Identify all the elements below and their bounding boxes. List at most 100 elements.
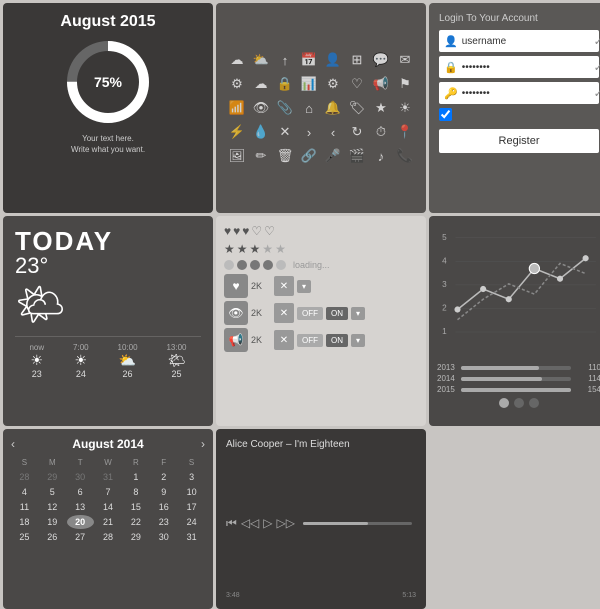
cal-day-31prev[interactable]: 31	[95, 470, 122, 484]
cal-day-25[interactable]: 25	[11, 530, 38, 544]
cal-day-7[interactable]: 7	[95, 485, 122, 499]
username-field[interactable]: 👤 ✓	[439, 30, 599, 52]
password-field1[interactable]: 🔒 ✓	[439, 56, 599, 78]
legend-row-2: 2014 114	[437, 374, 600, 383]
icon-chat: 💬	[370, 49, 392, 71]
cal-day-21[interactable]: 21	[95, 515, 122, 529]
cal-next-button[interactable]: ›	[201, 437, 205, 451]
rewind-button[interactable]: ⏮	[226, 516, 237, 531]
icon-star2: ★	[370, 97, 392, 119]
cal-day-22[interactable]: 22	[122, 515, 149, 529]
cal-day-2[interactable]: 2	[150, 470, 177, 484]
cal-day-6[interactable]: 6	[67, 485, 94, 499]
terms-checkbox[interactable]	[439, 108, 452, 121]
cal-day-16[interactable]: 16	[150, 500, 177, 514]
cal-header-s1: S	[11, 456, 38, 469]
cal-prev-button[interactable]: ‹	[11, 437, 15, 451]
register-button[interactable]: Register	[439, 129, 599, 153]
password-input2[interactable]	[462, 88, 594, 99]
dropdown-1[interactable]: ▾	[297, 280, 311, 293]
x-btn-2[interactable]: ✕	[274, 303, 294, 323]
speaker-btn[interactable]: 📢	[224, 328, 248, 352]
x-btn-1[interactable]: ✕	[274, 276, 294, 296]
password-input1[interactable]	[462, 62, 594, 73]
time-700: 7:00	[73, 343, 89, 352]
cal-day-31[interactable]: 31	[178, 530, 205, 544]
cal-day-11[interactable]: 11	[11, 500, 38, 514]
cal-day-14[interactable]: 14	[95, 500, 122, 514]
cal-day-13[interactable]: 13	[67, 500, 94, 514]
cal-day-24[interactable]: 24	[178, 515, 205, 529]
cal-day-29prev[interactable]: 29	[39, 470, 66, 484]
dropdown-3[interactable]: ▾	[351, 334, 365, 347]
cal-day-5[interactable]: 5	[39, 485, 66, 499]
carousel-dot-2[interactable]	[514, 398, 524, 408]
toggle-off-2[interactable]: OFF	[297, 334, 323, 347]
cal-day-28[interactable]: 28	[95, 530, 122, 544]
card-icon-grid: ☁ ⛅ ↑ 📅 👤 ⊞ 💬 ✉ ⚙ ☁ 🔒 📊 ⚙ ♡ 📢 ⚑ 📶 👁 📎 ⌂ …	[216, 3, 426, 213]
music-progress-fill	[303, 522, 368, 525]
icon-drop: 💧	[250, 121, 272, 143]
heart-btn[interactable]: ♥	[224, 274, 248, 298]
legend-year-2: 2014	[437, 374, 455, 383]
cal-day-30prev[interactable]: 30	[67, 470, 94, 484]
cal-day-23[interactable]: 23	[150, 515, 177, 529]
card-stats: August 2015 75% Your text here.Write wha…	[3, 3, 213, 213]
cal-day-29[interactable]: 29	[122, 530, 149, 544]
star-2: ★	[237, 242, 248, 256]
next-button[interactable]: ▷▷	[277, 516, 295, 530]
cal-day-30[interactable]: 30	[150, 530, 177, 544]
toggle-on-2[interactable]: ON	[326, 334, 348, 347]
chart-legend: 2013 110 2014 114 2015 154	[437, 363, 600, 394]
music-progress-track[interactable]	[303, 522, 412, 525]
toggle-off-1[interactable]: OFF	[297, 307, 323, 320]
password-field2[interactable]: 🔑 ✓	[439, 82, 599, 104]
cal-day-8[interactable]: 8	[122, 485, 149, 499]
wx-temp-now: 23	[29, 369, 44, 379]
eye-btn[interactable]: 👁	[224, 301, 248, 325]
icon-wifi: 📶	[226, 97, 248, 119]
prev-button[interactable]: ◁◁	[241, 516, 259, 530]
song-title: Alice Cooper – I'm Eighteen	[226, 439, 416, 450]
cal-day-1[interactable]: 1	[122, 470, 149, 484]
cal-day-20-today[interactable]: 20	[67, 515, 94, 529]
carousel-dot-3[interactable]	[529, 398, 539, 408]
dropdown-2[interactable]: ▾	[351, 307, 365, 320]
cal-day-10[interactable]: 10	[178, 485, 205, 499]
icon-img: 🖼	[226, 145, 248, 167]
cal-day-26[interactable]: 26	[39, 530, 66, 544]
x-btn-3[interactable]: ✕	[274, 330, 294, 350]
toggle-on-1[interactable]: ON	[326, 307, 348, 320]
wx-icon-now: ☀	[29, 352, 44, 369]
carousel-dot-1[interactable]	[499, 398, 509, 408]
donut-percent: 75%	[94, 74, 122, 90]
cal-day-27[interactable]: 27	[67, 530, 94, 544]
dot-2	[237, 260, 247, 270]
cal-day-4[interactable]: 4	[11, 485, 38, 499]
icon-music2: ♪	[370, 145, 392, 167]
svg-text:5: 5	[442, 233, 447, 242]
weather-now: now ☀ 23	[29, 343, 44, 379]
cal-day-17[interactable]: 17	[178, 500, 205, 514]
lock-icon2: 🔑	[444, 87, 458, 100]
legend-row-1: 2013 110	[437, 363, 600, 372]
terms-checkbox-row[interactable]	[439, 108, 599, 121]
icon-link: 🔗	[298, 145, 320, 167]
check-icon3: ✓	[594, 87, 600, 100]
cal-day-12[interactable]: 12	[39, 500, 66, 514]
icon-heart2: ♡	[346, 73, 368, 95]
username-input[interactable]	[462, 36, 594, 47]
cal-day-19[interactable]: 19	[39, 515, 66, 529]
dot-5	[276, 260, 286, 270]
loading-row: loading...	[224, 260, 418, 270]
cal-day-28prev[interactable]: 28	[11, 470, 38, 484]
legend-row-3: 2015 154	[437, 385, 600, 394]
cal-day-9[interactable]: 9	[150, 485, 177, 499]
play-button[interactable]: ▷	[263, 516, 272, 530]
time-labels: 3:48 5:13	[226, 592, 416, 599]
icon-cloud2: ⛅	[250, 49, 272, 71]
cal-day-18[interactable]: 18	[11, 515, 38, 529]
cal-day-15[interactable]: 15	[122, 500, 149, 514]
check-icon: ✓	[594, 35, 600, 48]
cal-day-3[interactable]: 3	[178, 470, 205, 484]
